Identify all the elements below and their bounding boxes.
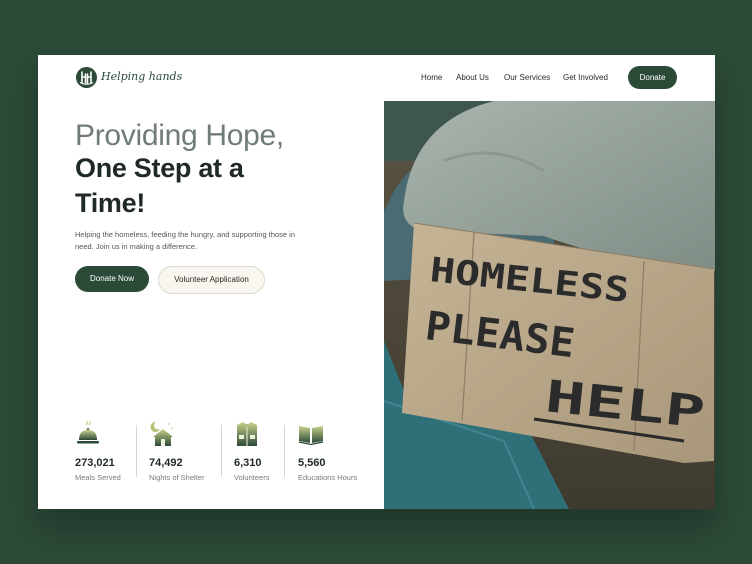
stat-value: 5,560 [298, 457, 326, 469]
nav-our-services[interactable]: Our Services [504, 73, 550, 82]
stat-label: Volunteers [234, 473, 270, 482]
hero-title-line-2: One Step at a [75, 153, 244, 183]
volunteer-application-button[interactable]: Volunteer Application [158, 266, 265, 294]
hero-description: Helping the homeless, feeding the hungry… [75, 230, 296, 251]
stat-volunteers: 6,310 Volunteers [234, 421, 269, 482]
open-book-icon [298, 426, 324, 446]
night-house-icon [150, 421, 173, 446]
landing-page: Helping hands Home About Us Our Services… [38, 55, 715, 509]
volunteer-vest-icon [237, 422, 257, 446]
stat-shelter: 74,492 Nights of Shelter [149, 421, 204, 482]
stat-value: 6,310 [234, 457, 262, 469]
stat-divider [221, 425, 222, 477]
site-header: Helping hands Home About Us Our Services… [38, 55, 715, 101]
donate-now-button[interactable]: Donate Now [75, 266, 149, 292]
stat-value: 273,021 [75, 457, 115, 469]
hero-title-line-3: Time! [75, 188, 146, 218]
stat-label: Nights of Shelter [149, 473, 205, 482]
stat-divider [284, 425, 285, 477]
nav-about-us[interactable]: About Us [456, 73, 489, 82]
header-donate-button[interactable]: Donate [628, 66, 677, 89]
food-cloche-icon [77, 421, 99, 444]
nav-home[interactable]: Home [421, 73, 442, 82]
hero-photo: HOMELESS PLEASE HELP [384, 101, 715, 509]
stat-education: 5,560 Educations Hours [298, 421, 357, 482]
hh-monogram-icon[interactable] [76, 67, 97, 88]
hero-title-line-1: Providing Hope, [75, 119, 284, 152]
stat-label: Meals Served [75, 473, 121, 482]
stat-meals: 273,021 Meals Served [75, 421, 121, 482]
nav-get-involved[interactable]: Get Involved [563, 73, 608, 82]
stat-divider [136, 425, 137, 477]
stat-value: 74,492 [149, 457, 183, 469]
brand-name[interactable]: Helping hands [101, 70, 182, 83]
stat-label: Educations Hours [298, 473, 358, 482]
